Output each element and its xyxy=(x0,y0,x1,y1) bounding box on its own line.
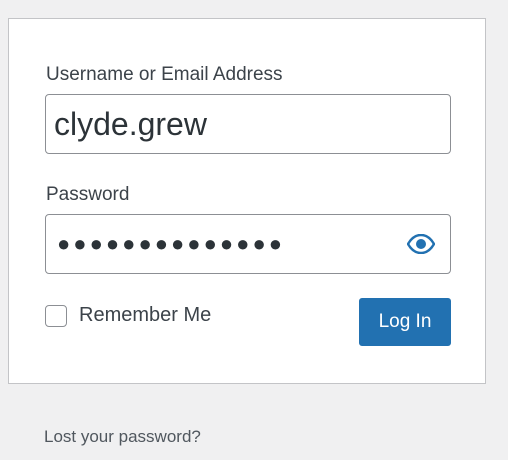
username-input[interactable] xyxy=(45,94,451,154)
username-label: Username or Email Address xyxy=(46,64,283,85)
eye-icon xyxy=(407,234,435,254)
login-form: Username or Email Address Password ●●●●●… xyxy=(8,18,486,384)
show-password-button[interactable] xyxy=(406,229,436,259)
password-masked-value: ●●●●●●●●●●●●●● xyxy=(57,231,286,256)
password-label: Password xyxy=(46,184,130,205)
remember-me-row: Remember Me xyxy=(45,304,211,327)
password-input[interactable]: ●●●●●●●●●●●●●● xyxy=(45,214,451,274)
login-button[interactable]: Log In xyxy=(359,298,451,346)
lost-password-link[interactable]: Lost your password? xyxy=(44,427,201,447)
remember-me-label[interactable]: Remember Me xyxy=(79,304,211,327)
remember-me-checkbox[interactable] xyxy=(45,304,67,327)
